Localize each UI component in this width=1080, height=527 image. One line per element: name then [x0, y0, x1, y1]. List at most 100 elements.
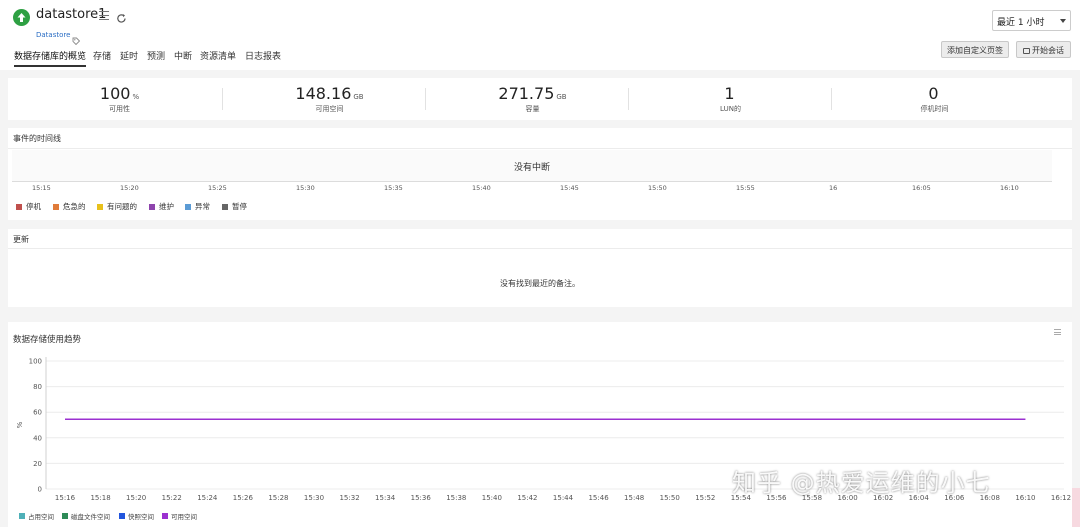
no-notes-text: 没有找到最近的备注。 — [500, 279, 580, 288]
legend-item-maintenance: 维护 — [149, 201, 174, 212]
legend-swatch — [162, 513, 168, 519]
divider — [8, 148, 1072, 149]
chat-icon — [1023, 48, 1030, 54]
timeline-tick: 16:05 — [912, 184, 931, 192]
kpi-value: 271.75 — [498, 84, 555, 103]
timeline-tick: 16:10 — [1000, 184, 1019, 192]
timeline-tick: 15:55 — [736, 184, 755, 192]
divider — [222, 88, 223, 110]
kpi-lun: 1 LUN的 — [629, 78, 832, 120]
divider — [425, 88, 426, 110]
legend-label: 占用空间 — [28, 512, 54, 521]
event-timeline[interactable]: 没有中断 — [12, 150, 1052, 182]
y-tick-label: 100 — [29, 358, 42, 366]
kpi-label: 可用空间 — [315, 105, 344, 113]
legend-label: 异常 — [195, 202, 210, 211]
kpi-summary: 100% 可用性 148.16 GB 可用空间 271.75 GB 容量 1 LUN… — [8, 78, 1072, 120]
kpi-label: 可用性 — [109, 105, 130, 113]
x-tick-label: 15:50 — [660, 494, 680, 502]
x-tick-label: 15:46 — [588, 494, 609, 502]
x-tick-label: 15:32 — [339, 494, 359, 502]
x-tick-label: 16:12 — [1051, 494, 1071, 502]
kpi-availability: 100% 可用性 — [18, 78, 221, 120]
start-chat-label: 开始会话 — [1032, 46, 1064, 55]
x-tick-label: 15:44 — [553, 494, 574, 502]
kpi-unit: % — [132, 93, 140, 101]
section-title: 更新 — [13, 235, 29, 244]
timeline-tick: 15:45 — [560, 184, 579, 192]
kpi-label: 停机时间 — [920, 105, 949, 113]
x-tick-label: 15:22 — [162, 494, 182, 502]
kpi-unit: GB — [353, 93, 364, 101]
legend-label: 停机 — [26, 202, 41, 211]
x-tick-label: 15:42 — [517, 494, 537, 502]
divider — [831, 88, 832, 110]
x-tick-label: 15:18 — [90, 494, 110, 502]
x-tick-label: 15:26 — [233, 494, 254, 502]
timeline-tick: 15:50 — [648, 184, 667, 192]
tab-forecast[interactable]: 预测 — [147, 49, 165, 67]
kpi-downtime: 0 停机时间 — [833, 78, 1036, 120]
legend-swatch — [19, 513, 25, 519]
legend-label: 快照空间 — [128, 512, 154, 521]
legend-swatch — [185, 203, 191, 210]
kpi-unit: GB — [556, 93, 567, 101]
chevron-down-icon — [1060, 19, 1066, 23]
legend-label: 可用空间 — [171, 512, 197, 521]
legend-item-critical: 危急的 — [53, 201, 86, 212]
tab-log-reports[interactable]: 日志报表 — [245, 49, 281, 67]
x-tick-label: 16:10 — [1015, 494, 1035, 502]
tag-icon[interactable] — [72, 30, 81, 46]
y-tick-label: 80 — [33, 383, 42, 391]
tab-outage[interactable]: 中断 — [174, 49, 192, 67]
updates-panel: 更新 没有找到最近的备注。 — [8, 229, 1072, 307]
kpi-free-space: 148.16 GB 可用空间 — [228, 78, 431, 120]
legend-label: 暂停 — [232, 202, 247, 211]
timeline-tick: 15:25 — [208, 184, 227, 192]
kpi-label: 容量 — [525, 105, 540, 113]
legend-swatch — [149, 203, 155, 210]
x-tick-label: 15:20 — [126, 494, 146, 502]
legend-swatch — [16, 203, 22, 210]
timeline-tick: 15:20 — [120, 184, 139, 192]
tab-storage[interactable]: 存储 — [93, 49, 111, 67]
legend-label: 危急的 — [63, 202, 86, 211]
tab-inventory[interactable]: 资源清单 — [200, 49, 236, 67]
kpi-value: 100 — [99, 84, 131, 103]
legend-label: 有问题的 — [107, 202, 137, 211]
x-tick-label: 15:28 — [268, 494, 288, 502]
x-tick-label: 15:30 — [304, 494, 324, 502]
refresh-icon[interactable] — [116, 9, 127, 23]
timeline-tick: 15:30 — [296, 184, 315, 192]
no-interrupt-text: 没有中断 — [513, 163, 550, 173]
y-tick-label: 60 — [33, 409, 42, 417]
add-custom-page-button[interactable]: 添加自定义页签 — [941, 41, 1009, 58]
legend-item-problem: 有问题的 — [97, 201, 137, 212]
time-range-value: 最近 1 小时 — [997, 18, 1045, 28]
menu-icon[interactable] — [99, 11, 109, 20]
x-tick-label: 15:38 — [446, 494, 466, 502]
y-axis-label: % — [16, 421, 24, 428]
x-tick-label: 15:16 — [55, 494, 76, 502]
legend-swatch — [62, 513, 68, 519]
datastore-title: datastore1 — [36, 7, 107, 22]
kpi-value: 148.16 — [295, 84, 352, 103]
decorative-stripe — [1072, 488, 1080, 527]
y-tick-label: 0 — [38, 486, 42, 494]
timeline-tick: 15:15 — [32, 184, 51, 192]
legend-item-paused: 暂停 — [222, 201, 247, 212]
start-chat-button[interactable]: 开始会话 — [1016, 41, 1071, 58]
kpi-capacity: 271.75 GB 容量 — [431, 78, 634, 120]
legend-swatch — [53, 203, 59, 210]
datastore-type-label[interactable]: Datastore — [36, 31, 70, 39]
tab-latency[interactable]: 延时 — [120, 49, 138, 67]
tab-overview[interactable]: 数据存储库的概览 — [14, 49, 87, 67]
timeline-tick: 15:35 — [384, 184, 403, 192]
section-title: 事件的时间线 — [13, 134, 61, 143]
status-up-icon — [13, 9, 30, 26]
kpi-value: 1 — [724, 84, 735, 103]
legend-item-outage: 停机 — [16, 201, 41, 212]
header-bar: datastore1 Datastore 最近 1 小时 添加自定义页签 开始会… — [0, 0, 1080, 70]
time-range-select[interactable]: 最近 1 小时 — [992, 10, 1071, 31]
legend-label: 磁盘文件空间 — [71, 512, 110, 521]
